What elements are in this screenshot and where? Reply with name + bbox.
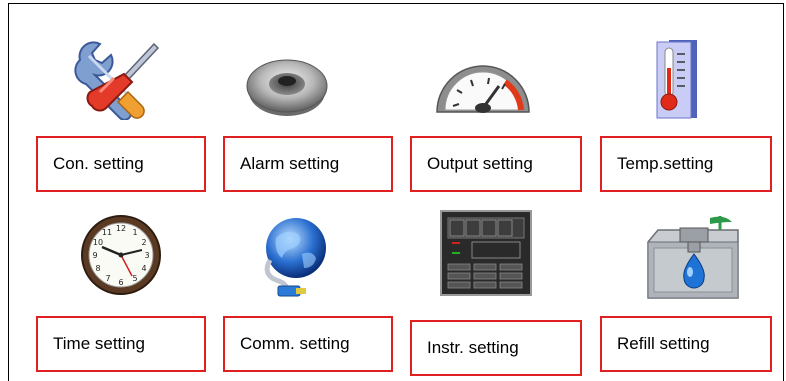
speaker-icon[interactable] bbox=[245, 50, 329, 120]
alarm-setting-label: Alarm setting bbox=[240, 154, 340, 173]
con-setting-label: Con. setting bbox=[53, 154, 144, 173]
svg-text:4: 4 bbox=[141, 264, 146, 273]
svg-text:12: 12 bbox=[116, 224, 126, 233]
temp-setting-label: Temp.setting bbox=[617, 154, 714, 173]
alarm-setting-button[interactable]: Alarm setting bbox=[223, 136, 393, 192]
svg-text:10: 10 bbox=[93, 238, 103, 247]
svg-text:7: 7 bbox=[105, 274, 110, 283]
instr-setting-button[interactable]: Instr. setting bbox=[410, 320, 582, 376]
refill-setting-button[interactable]: Refill setting bbox=[600, 316, 772, 372]
svg-text:8: 8 bbox=[95, 264, 100, 273]
time-setting-button[interactable]: Time setting bbox=[36, 316, 206, 372]
instr-setting-label: Instr. setting bbox=[427, 338, 519, 357]
output-setting-label: Output setting bbox=[427, 154, 533, 173]
thermometer-icon[interactable] bbox=[655, 38, 699, 120]
svg-text:6: 6 bbox=[118, 278, 123, 287]
comm-setting-button[interactable]: Comm. setting bbox=[223, 316, 393, 372]
tools-icon[interactable] bbox=[72, 38, 162, 121]
refill-tap-icon[interactable] bbox=[640, 212, 744, 300]
svg-text:9: 9 bbox=[92, 251, 97, 260]
svg-text:2: 2 bbox=[141, 238, 146, 247]
network-globe-icon[interactable] bbox=[258, 214, 330, 300]
temp-setting-button[interactable]: Temp.setting bbox=[600, 136, 772, 192]
time-setting-label: Time setting bbox=[53, 334, 145, 353]
svg-text:1: 1 bbox=[132, 228, 137, 237]
refill-setting-label: Refill setting bbox=[617, 334, 710, 353]
gauge-icon[interactable] bbox=[433, 62, 533, 118]
comm-setting-label: Comm. setting bbox=[240, 334, 350, 353]
svg-text:11: 11 bbox=[102, 228, 112, 237]
svg-text:3: 3 bbox=[144, 251, 149, 260]
output-setting-button[interactable]: Output setting bbox=[410, 136, 582, 192]
instrument-panel-icon[interactable] bbox=[440, 210, 532, 296]
svg-text:5: 5 bbox=[132, 274, 137, 283]
clock-icon[interactable]: 12 1 2 345 678 9 10 11 bbox=[80, 214, 162, 296]
con-setting-button[interactable]: Con. setting bbox=[36, 136, 206, 192]
